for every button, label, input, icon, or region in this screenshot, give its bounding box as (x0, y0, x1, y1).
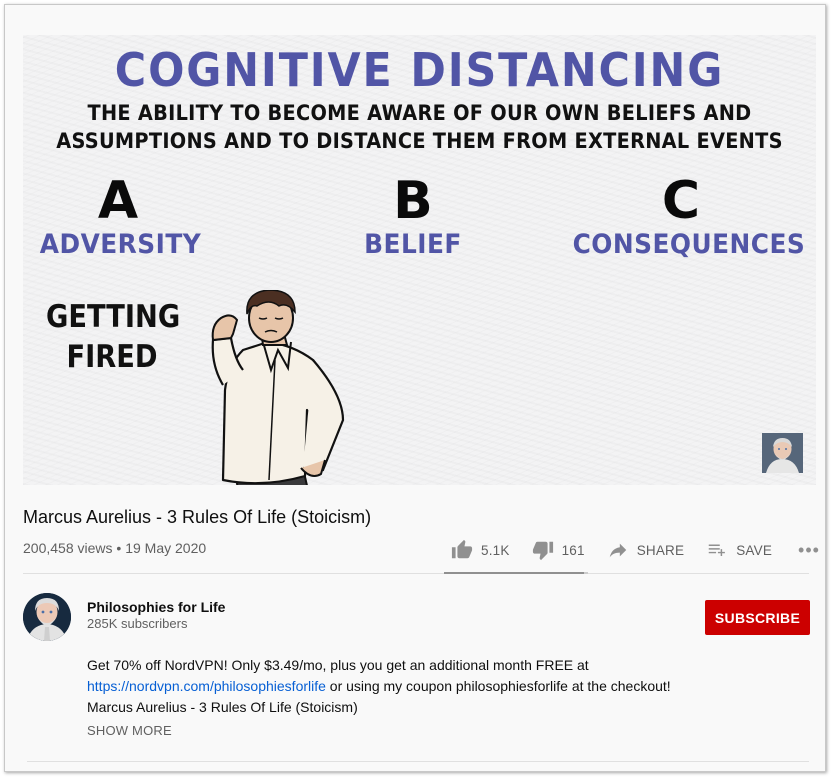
video-actions: 5.1K 161 SHARE SAVE ••• (451, 538, 820, 562)
frame-subheading-line1: THE ABILITY TO BECOME AWARE OF OUR OWN B… (87, 101, 752, 125)
view-count: 200,458 views (23, 540, 113, 556)
upload-date: 19 May 2020 (125, 540, 207, 556)
meta-separator: • (116, 540, 122, 556)
video-description: Get 70% off NordVPN! Only $3.49/mo, plus… (87, 655, 671, 718)
thumbs-up-icon (451, 539, 473, 559)
subscribe-button[interactable]: SUBSCRIBE (705, 600, 810, 635)
show-more-button[interactable]: SHOW MORE (87, 723, 172, 738)
frame-example-line1: GETTING (46, 299, 181, 335)
share-label: SHARE (636, 542, 685, 558)
description-link[interactable]: https://nordvpn.com/philosophiesforlife (87, 678, 326, 694)
save-label: SAVE (736, 542, 773, 558)
stressed-man-illustration (211, 290, 345, 485)
more-actions-button[interactable]: ••• (798, 541, 820, 559)
frame-example-text: GETTING FIRED (46, 297, 181, 377)
video-player[interactable]: COGNITIVE DISTANCING THE ABILITY TO BECO… (23, 35, 816, 485)
description-line2-text: or using my coupon philosophiesforlife a… (325, 678, 671, 694)
thumbs-down-icon (532, 541, 553, 561)
philosopher-avatar-icon (762, 433, 803, 473)
frame-subheading-line2: ASSUMPTIONS AND TO DISTANCE THEM FROM EX… (56, 129, 783, 153)
description-line3: Marcus Aurelius - 3 Rules Of Life (Stoic… (87, 699, 358, 715)
save-button[interactable]: SAVE (706, 539, 772, 561)
description-line1: Get 70% off NordVPN! Only $3.49/mo, plus… (87, 657, 589, 673)
info-divider (23, 573, 809, 574)
philosopher-avatar-icon (23, 593, 71, 641)
channel-avatar[interactable] (23, 593, 71, 641)
like-count: 5.1K (481, 542, 510, 558)
frame-heading: COGNITIVE DISTANCING (114, 43, 725, 97)
video-title: Marcus Aurelius - 3 Rules Of Life (Stoic… (23, 507, 372, 527)
frame-letter-c: C (661, 171, 701, 231)
dislike-count: 161 (561, 542, 585, 558)
frame-letter-a: A (97, 171, 139, 231)
dislike-button[interactable]: 161 (532, 539, 585, 561)
share-button[interactable]: SHARE (607, 539, 685, 561)
sentiment-bar-fill (444, 572, 584, 574)
frame-letter-b: B (393, 171, 433, 231)
sentiment-bar (444, 572, 588, 574)
like-button[interactable]: 5.1K (451, 539, 510, 561)
channel-name[interactable]: Philosophies for Life (87, 599, 225, 615)
video-meta: 200,458 views • 19 May 2020 (23, 540, 206, 556)
frame-word-belief: BELIEF (364, 229, 462, 260)
frame-word-adversity: ADVERSITY (39, 229, 202, 260)
channel-watermark[interactable] (762, 433, 803, 473)
description-line2: https://nordvpn.com/philosophiesforlife … (87, 676, 671, 697)
description-divider (27, 761, 809, 762)
playlist-add-icon (708, 544, 726, 557)
share-arrow-icon (609, 543, 626, 558)
frame-word-consequences: CONSEQUENCES (572, 229, 806, 260)
subscriber-count: 285K subscribers (87, 616, 188, 631)
browser-window: COGNITIVE DISTANCING THE ABILITY TO BECO… (4, 4, 826, 772)
frame-example-line2: FIRED (66, 339, 158, 375)
